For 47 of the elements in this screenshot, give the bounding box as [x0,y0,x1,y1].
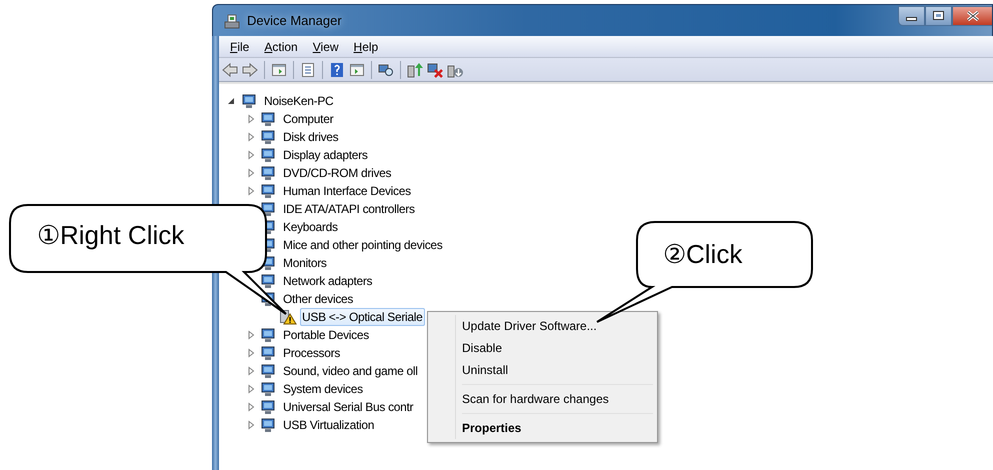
tree-item[interactable]: USB Virtualization [281,416,376,434]
menu-item[interactable]: Action [263,38,299,56]
tree-item[interactable]: Keyboards [281,218,340,236]
panel-icon[interactable] [271,62,287,78]
menu-item[interactable]: Help [352,38,380,56]
tree-item[interactable]: Portable Devices [281,326,371,344]
close-button[interactable] [952,6,992,26]
tree-item[interactable]: Computer [281,110,336,128]
minimize-icon [906,17,917,21]
tree-item[interactable]: Network adapters [281,272,374,290]
tree-item[interactable]: Disk drives [281,128,340,146]
menu-item[interactable]: Update Driver Software... [430,315,655,337]
menu-item[interactable]: Scan for hardware changes [430,388,655,410]
panel-icon[interactable] [349,62,365,78]
help-icon[interactable] [329,62,345,78]
sheet-icon[interactable] [300,62,316,78]
back-icon[interactable] [222,62,238,78]
menu-item[interactable]: Disable [430,337,655,359]
tree-item[interactable]: DVD/CD-ROM drives [281,164,394,182]
monitor-search-icon[interactable] [378,62,394,78]
remove-icon[interactable] [427,62,443,78]
callout-text: ①Right Click [37,220,184,250]
tree-item[interactable]: Other devices [281,290,356,308]
tree-item[interactable]: NoiseKen-PC [262,92,336,110]
tree-item[interactable]: Universal Serial Bus contr [281,398,416,416]
tree-item[interactable]: Monitors [281,254,329,272]
menu-item[interactable]: View [312,38,340,56]
computer-icon [223,12,241,28]
tree-item[interactable]: Display adapters [281,146,370,164]
maximize-icon [933,11,944,20]
callout-text: ②Click [663,239,742,269]
tree-item[interactable]: Processors [281,344,342,362]
window-title: Device Manager [247,12,342,30]
tree-item[interactable]: IDE ATA/ATAPI controllers [281,200,417,218]
tree-item[interactable]: Human Interface Devices [281,182,413,200]
tree-item[interactable]: Mice and other pointing devices [281,236,444,254]
menu-item[interactable]: Properties [430,417,655,439]
tree-item[interactable]: System devices [281,380,365,398]
close-icon [966,10,978,20]
minimize-button[interactable] [898,6,925,26]
menu-item[interactable]: File [229,38,250,56]
maximize-button[interactable] [925,6,952,26]
upload-icon[interactable] [407,62,423,78]
tree-item[interactable]: Sound, video and game oll [281,362,420,380]
forward-icon[interactable] [242,62,258,78]
tree-item[interactable]: USB <-> Optical Seriale [300,308,424,326]
menu-item[interactable]: Uninstall [430,359,655,381]
